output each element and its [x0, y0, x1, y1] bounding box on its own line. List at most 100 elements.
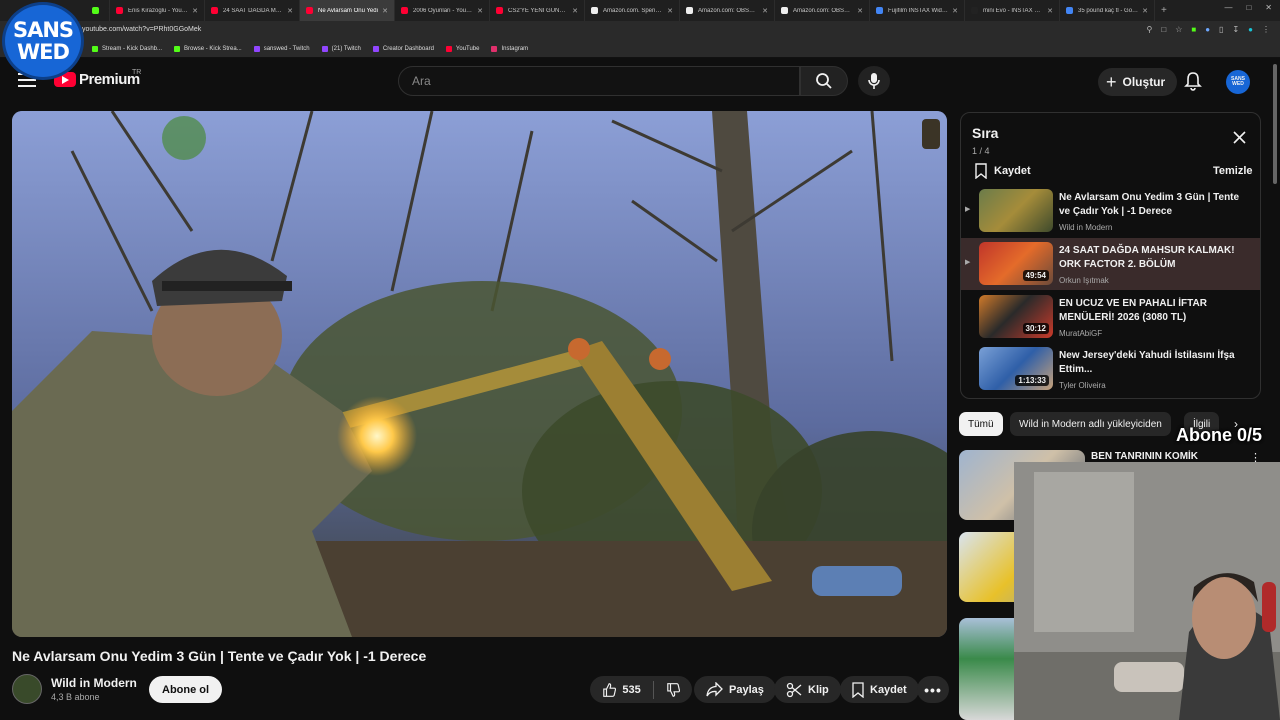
logo-text-line2: WED: [17, 40, 70, 64]
clip-button[interactable]: Klip: [774, 676, 841, 703]
browser-tab[interactable]: mini Evo - INSTAX by F ✕: [965, 0, 1060, 21]
close-window-icon[interactable]: ✕: [1265, 3, 1272, 12]
thumbs-up-icon[interactable]: [602, 682, 617, 698]
subscriber-goal-overlay: Abone 0/5: [1176, 425, 1263, 445]
tab-favicon-icon: [876, 7, 883, 14]
save-button[interactable]: Kaydet: [840, 676, 919, 703]
like-count[interactable]: 535: [622, 684, 640, 696]
subscribe-button[interactable]: Abone ol: [149, 676, 223, 703]
zoom-icon[interactable]: ⚲: [1146, 25, 1152, 34]
download-icon[interactable]: ↧: [1232, 25, 1239, 34]
bookmark-item[interactable]: (21) Twitch: [318, 46, 365, 52]
more-actions-button[interactable]: •••: [917, 676, 949, 703]
tab-close-icon[interactable]: ✕: [572, 7, 578, 15]
tab-close-icon[interactable]: ✕: [287, 7, 293, 15]
duration-badge: 1:13:33: [1015, 375, 1049, 386]
browser-tab[interactable]: Amazon.com: OBSBOT ✕: [680, 0, 775, 21]
bookmark-icon: [975, 163, 987, 179]
clip-label: Klip: [808, 683, 829, 696]
new-tab-button[interactable]: +: [1161, 5, 1167, 16]
webcam-frame: [1014, 462, 1280, 720]
bookmark-item[interactable]: Instagram: [487, 46, 532, 52]
queue-item[interactable]: ▶ 49:54 24 SAAT DAĞDA MAHSUR KALMAK! ORK…: [961, 238, 1260, 290]
browser-tab[interactable]: Fujifilm INSTAX Wide 3 ✕: [870, 0, 965, 21]
page-scrollbar[interactable]: [1273, 64, 1277, 184]
queue-title: Sıra: [972, 125, 999, 141]
bookmark-item[interactable]: sanswed - Twitch: [250, 46, 314, 52]
tab-favicon-icon: [781, 7, 788, 14]
bookmark-label: Creator Dashboard: [382, 46, 434, 52]
minimize-icon[interactable]: —: [1224, 3, 1232, 12]
queue-item[interactable]: ▶ Ne Avlarsam Onu Yedim 3 Gün | Tente ve…: [961, 185, 1260, 237]
extension-icon[interactable]: ●: [1205, 25, 1210, 34]
create-button[interactable]: + Oluştur: [1098, 68, 1178, 96]
streamer-logo-overlay: SANS WED: [2, 2, 84, 80]
queue-thumbnail: 1:13:33: [979, 347, 1053, 390]
tab-label: Amazon.com: OBSBOT: [793, 7, 854, 14]
queue-panel: Sıra 1 / 4 Kaydet Temizle ▶ Ne Avlarsam …: [960, 112, 1261, 399]
extensions-puzzle-icon[interactable]: ▯: [1219, 25, 1223, 34]
video-player[interactable]: [12, 111, 947, 637]
queue-save-button[interactable]: Kaydet: [975, 163, 1031, 179]
tab-close-icon[interactable]: ✕: [477, 7, 483, 15]
country-code: TR: [132, 69, 142, 76]
browser-tab[interactable]: Ne Avlarsam Onu Yedi ✕: [300, 0, 395, 21]
browser-tab-bar: Dash✕Enis Kirazoglu - YouTube✕24 SAAT DA…: [0, 0, 1280, 21]
queue-item[interactable]: 1:13:33 New Jersey'deki Yahudi İstilasın…: [961, 343, 1260, 395]
tab-close-icon[interactable]: ✕: [1047, 7, 1053, 15]
maximize-icon[interactable]: □: [1246, 3, 1251, 12]
browser-tab[interactable]: CS2'YE YENİ GÜNCELL ✕: [490, 0, 585, 21]
queue-close-button[interactable]: [1233, 131, 1246, 149]
tab-close-icon[interactable]: ✕: [192, 7, 198, 15]
tab-close-icon[interactable]: ✕: [667, 7, 673, 15]
webcam-overlay: [1014, 462, 1280, 720]
chip-all[interactable]: Tümü: [959, 412, 1003, 436]
tab-close-icon[interactable]: ✕: [857, 7, 863, 15]
bookmark-star-icon[interactable]: ☆: [1175, 25, 1182, 34]
extension-icon[interactable]: ■: [1191, 25, 1196, 34]
tab-favicon-icon: [591, 7, 598, 14]
tab-label: 2006 Oyunları - YouTube: [413, 7, 474, 14]
bookmark-item[interactable]: Creator Dashboard: [369, 46, 438, 52]
bookmark-item[interactable]: Browse - Kick Strea...: [170, 46, 246, 52]
window-controls: — □ ✕: [1224, 3, 1272, 12]
browser-menu-icon[interactable]: ⋮: [1262, 25, 1270, 34]
tab-close-icon[interactable]: ✕: [952, 7, 958, 15]
tab-close-icon[interactable]: ✕: [762, 7, 768, 15]
bookmark-label: (21) Twitch: [331, 46, 361, 52]
browser-tab[interactable]: Enis Kirazoglu - YouTube✕: [110, 0, 205, 21]
bookmark-favicon-icon: [445, 46, 452, 52]
tab-label: Amazon.com: OBSBOT: [698, 7, 759, 14]
voice-search-button[interactable]: [858, 66, 890, 96]
bookmark-item[interactable]: YouTube: [442, 46, 484, 52]
browser-tab[interactable]: 35 pound kaç tl - Goog ✕: [1060, 0, 1155, 21]
notifications-button[interactable]: [1184, 71, 1202, 96]
browser-tab[interactable]: Amazon.com. Spend le ✕: [585, 0, 680, 21]
queue-clear-button[interactable]: Temizle: [1213, 165, 1253, 177]
youtube-logo[interactable]: Premium: [54, 71, 140, 88]
thumbs-down-icon[interactable]: [666, 682, 680, 698]
bookmark-item[interactable]: Stream - Kick Dashb...: [88, 46, 166, 52]
browser-tab[interactable]: 2006 Oyunları - YouTube ✕: [395, 0, 490, 21]
tab-favicon-icon: [92, 7, 99, 14]
url-text[interactable]: youtube.com/watch?v=PRht0GGoMek: [82, 26, 201, 33]
install-icon[interactable]: □: [1161, 25, 1166, 34]
bookmark-favicon-icon: [372, 46, 379, 52]
channel-name[interactable]: Wild in Modern: [51, 676, 137, 690]
recommendation-title[interactable]: BEN TANRININ KOMİK: [1091, 451, 1198, 462]
channel-avatar[interactable]: [12, 674, 42, 704]
search-button[interactable]: [800, 66, 848, 96]
browser-tab[interactable]: 24 SAAT DAĞDA MAH ✕: [205, 0, 300, 21]
account-avatar[interactable]: SANS WED: [1226, 70, 1250, 94]
share-button[interactable]: Paylaş: [694, 676, 776, 703]
profile-icon[interactable]: ●: [1248, 25, 1253, 34]
search-input[interactable]: Ara: [398, 66, 800, 96]
browser-tab[interactable]: Amazon.com: OBSBOT ✕: [775, 0, 870, 21]
queue-item[interactable]: 30:12 EN UCUZ VE EN PAHALI İFTAR MENÜLER…: [961, 291, 1260, 343]
share-label: Paylaş: [729, 683, 764, 696]
tab-close-icon[interactable]: ✕: [1142, 7, 1148, 15]
tab-close-icon[interactable]: ✕: [382, 7, 388, 15]
tab-label: Ne Avlarsam Onu Yedi: [318, 7, 378, 14]
more-horizontal-icon: •••: [924, 681, 942, 698]
chip-channel-uploads[interactable]: Wild in Modern adlı yükleyiciden: [1010, 412, 1171, 436]
